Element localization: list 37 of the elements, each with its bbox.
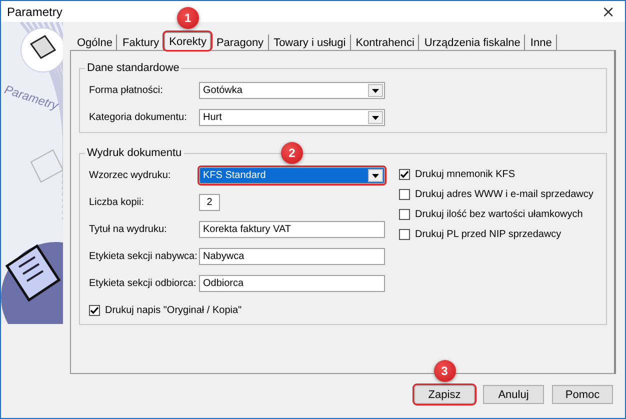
dropdown-field[interactable]: Hurt: [199, 109, 385, 126]
checkbox-label: Drukuj napis "Oryginał / Kopia": [105, 304, 242, 316]
field-label: Forma płatności:: [89, 85, 164, 96]
dropdown-field[interactable]: Gotówka: [199, 82, 385, 99]
dialog-button[interactable]: Anuluj: [483, 385, 544, 404]
field-label: Wzorzec wydruku:: [89, 170, 172, 181]
checkbox[interactable]: [89, 304, 100, 316]
checkbox[interactable]: [399, 228, 410, 240]
field-label: Tytuł na wydruku:: [89, 224, 168, 235]
tab[interactable]: Korekty: [164, 32, 212, 50]
close-button[interactable]: ×: [600, 4, 617, 20]
input-field[interactable]: Nabywca: [199, 248, 385, 265]
checkbox-label: Drukuj ilość bez wartości ułamkowych: [415, 208, 583, 220]
checkbox-label: Drukuj adres WWW i e-mail sprzedawcy: [415, 188, 594, 200]
callout-number: 2: [281, 142, 303, 164]
window-title: Parametry: [7, 4, 62, 18]
input-field[interactable]: 2: [199, 194, 220, 211]
dropdown-arrow-icon: [372, 174, 379, 178]
field-label: Etykieta sekcji odbiorca:: [89, 278, 198, 289]
field-label: Liczba kopii:: [89, 197, 146, 208]
field-label: Etykieta sekcji nabywca:: [89, 251, 198, 262]
input-field[interactable]: Korekta faktury VAT: [199, 221, 385, 238]
checkbox-label: Drukuj PL przed NIP sprzedawcy: [415, 228, 562, 240]
checkbox-label: Drukuj mnemonik KFS: [415, 168, 516, 180]
dropdown-arrow-icon: [372, 88, 379, 92]
callout-number: 3: [434, 360, 456, 382]
dialog-button[interactable]: Zapisz: [414, 385, 475, 404]
input-field[interactable]: Odbiorca: [199, 275, 385, 292]
group-title: Wydruk dokumentu: [86, 147, 183, 159]
checkbox[interactable]: [399, 168, 410, 180]
checkbox[interactable]: [399, 208, 410, 220]
checkbox[interactable]: [399, 188, 410, 200]
dropdown-arrow-icon: [372, 116, 379, 120]
field-label: Kategoria dokumentu:: [89, 112, 188, 123]
dropdown-field[interactable]: KFS Standard: [199, 167, 385, 184]
group-title: Dane standardowe: [86, 62, 180, 74]
dialog-button[interactable]: Pomoc: [552, 385, 613, 404]
